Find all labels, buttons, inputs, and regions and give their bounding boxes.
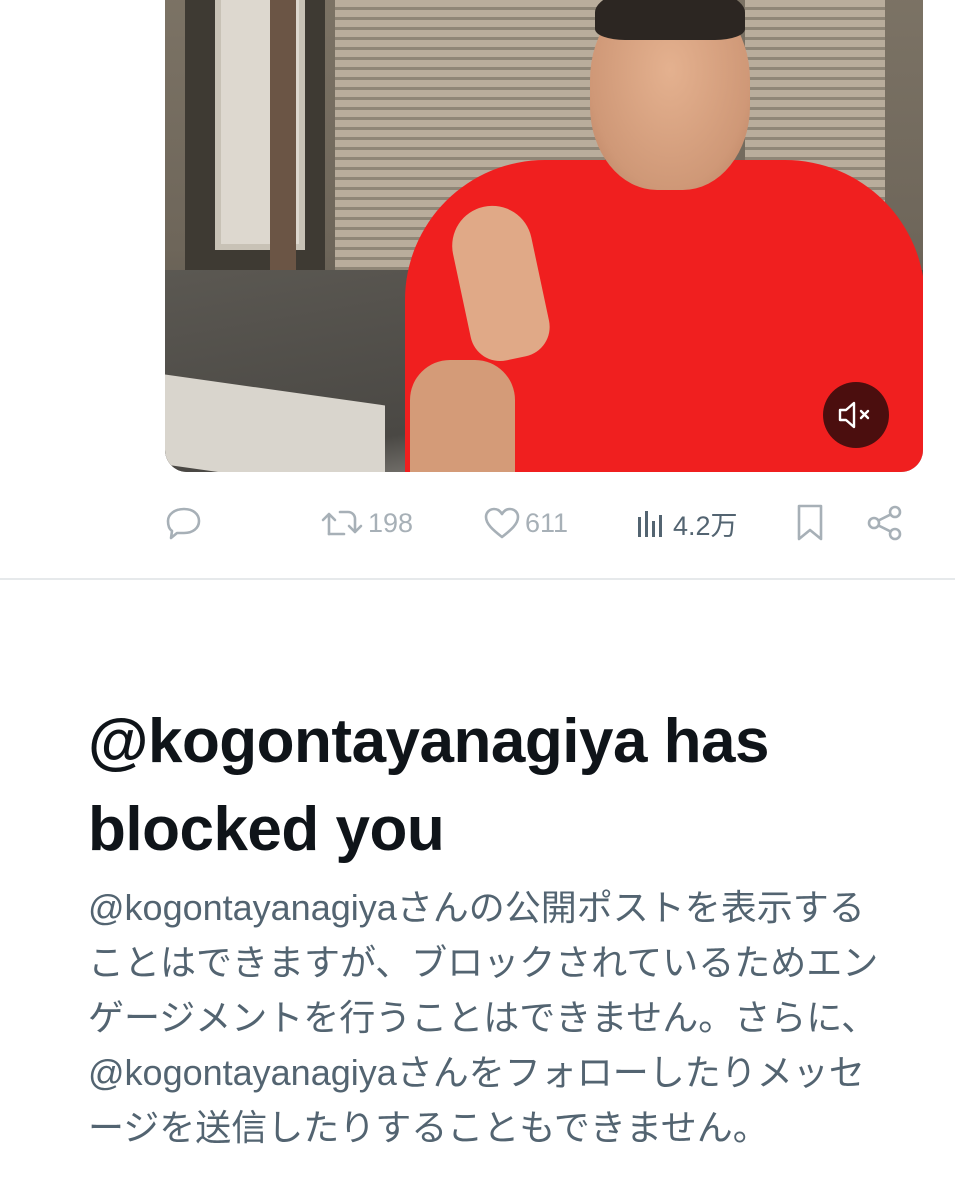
retweet-icon [321, 510, 363, 536]
share-button[interactable] [865, 498, 905, 548]
like-button[interactable]: 611 [483, 498, 568, 548]
blocked-title: @kogontayanagiya has blocked you [88, 707, 770, 864]
bookmark-icon [797, 504, 823, 541]
video-scene-pillar [270, 0, 296, 290]
section-divider [0, 578, 955, 580]
retweet-button[interactable]: 198 [320, 498, 413, 548]
share-icon [867, 505, 902, 541]
retweet-count: 198 [368, 507, 414, 538]
speaker-muted-icon [838, 401, 870, 429]
video-scene-person-hair [595, 0, 745, 40]
views-button[interactable]: 4.2万 [635, 498, 738, 548]
mute-toggle-button[interactable] [823, 382, 889, 448]
blocked-description: @kogontayanagiyaさんの公開ポストを表示することはできますが、ブロ… [88, 887, 879, 1148]
reply-button[interactable] [165, 498, 203, 548]
views-count: 4.2万 [673, 510, 738, 541]
video-scene-person-arm [410, 360, 515, 472]
heart-icon [484, 507, 520, 539]
post-action-bar: 198 611 4.2万 [165, 498, 910, 548]
bar-chart-icon [638, 511, 662, 537]
like-count: 611 [525, 507, 569, 538]
bookmark-button[interactable] [793, 498, 827, 548]
video-player[interactable] [165, 0, 923, 472]
comment-icon [166, 507, 201, 540]
